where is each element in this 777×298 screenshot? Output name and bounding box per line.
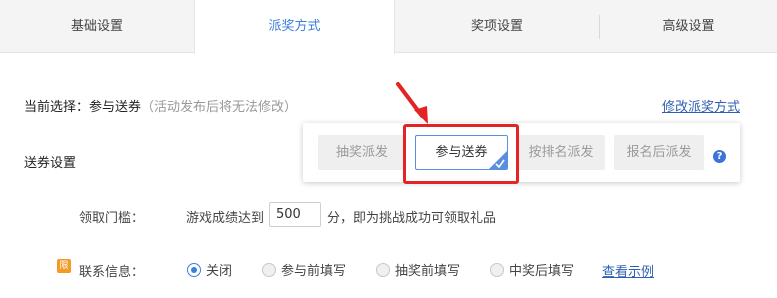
tab-award-method[interactable]: 派奖方式 [194, 0, 395, 54]
tab-advanced-settings[interactable]: 高级设置 [600, 0, 777, 53]
current-selection: 当前选择：参与送券（活动发布后将无法修改） [24, 96, 297, 115]
option-rank-award[interactable]: 按排名派发 [517, 135, 605, 170]
radio-label: 关闭 [206, 264, 233, 279]
radio-contact-before-participate[interactable]: 参与前填写 [262, 260, 346, 279]
score-threshold-input[interactable] [269, 202, 321, 227]
threshold-label: 领取门槛： [79, 211, 145, 226]
radio-contact-off[interactable]: 关闭 [187, 260, 232, 279]
option-after-signup-award[interactable]: 报名后派发 [614, 135, 704, 170]
current-selection-hint: （活动发布后将无法修改） [141, 100, 298, 115]
radio-dot [376, 262, 390, 277]
award-method-popover: 抽奖派发 参与送券 按排名派发 报名后派发 ? [303, 123, 740, 182]
option-lottery-award[interactable]: 抽奖派发 [318, 135, 406, 170]
limit-badge-icon: 限 [57, 259, 71, 273]
option-participate-coupon-label: 参与送券 [435, 145, 488, 160]
contact-info-label: 联系信息： [79, 265, 145, 280]
tab-basic-settings[interactable]: 基础设置 [0, 0, 194, 53]
view-example-link[interactable]: 查看示例 [602, 261, 654, 280]
radio-dot [490, 262, 504, 277]
radio-label: 中奖后填写 [509, 264, 575, 279]
current-selection-label: 当前选择：参与送券 [24, 100, 142, 115]
section-title: 送券设置 [24, 156, 77, 171]
help-icon[interactable]: ? [713, 150, 726, 163]
radio-label: 抽奖前填写 [395, 264, 461, 279]
radio-label: 参与前填写 [281, 264, 347, 279]
red-arrow-icon [396, 82, 428, 124]
tab-bar: 基础设置 派奖方式 奖项设置 高级设置 [0, 0, 777, 54]
radio-contact-before-lottery[interactable]: 抽奖前填写 [376, 260, 460, 279]
selected-check-icon [489, 151, 507, 169]
modify-award-method-link[interactable]: 修改派奖方式 [662, 96, 740, 115]
radio-dot [262, 262, 276, 277]
tab-prize-settings[interactable]: 奖项设置 [395, 0, 599, 53]
threshold-text-after: 分，即为挑战成功可领取礼品 [327, 211, 497, 226]
radio-dot [187, 262, 201, 277]
threshold-text-before: 游戏成绩达到 [186, 211, 265, 226]
option-participate-coupon[interactable]: 参与送券 [415, 135, 508, 170]
radio-contact-after-winning[interactable]: 中奖后填写 [490, 260, 574, 279]
